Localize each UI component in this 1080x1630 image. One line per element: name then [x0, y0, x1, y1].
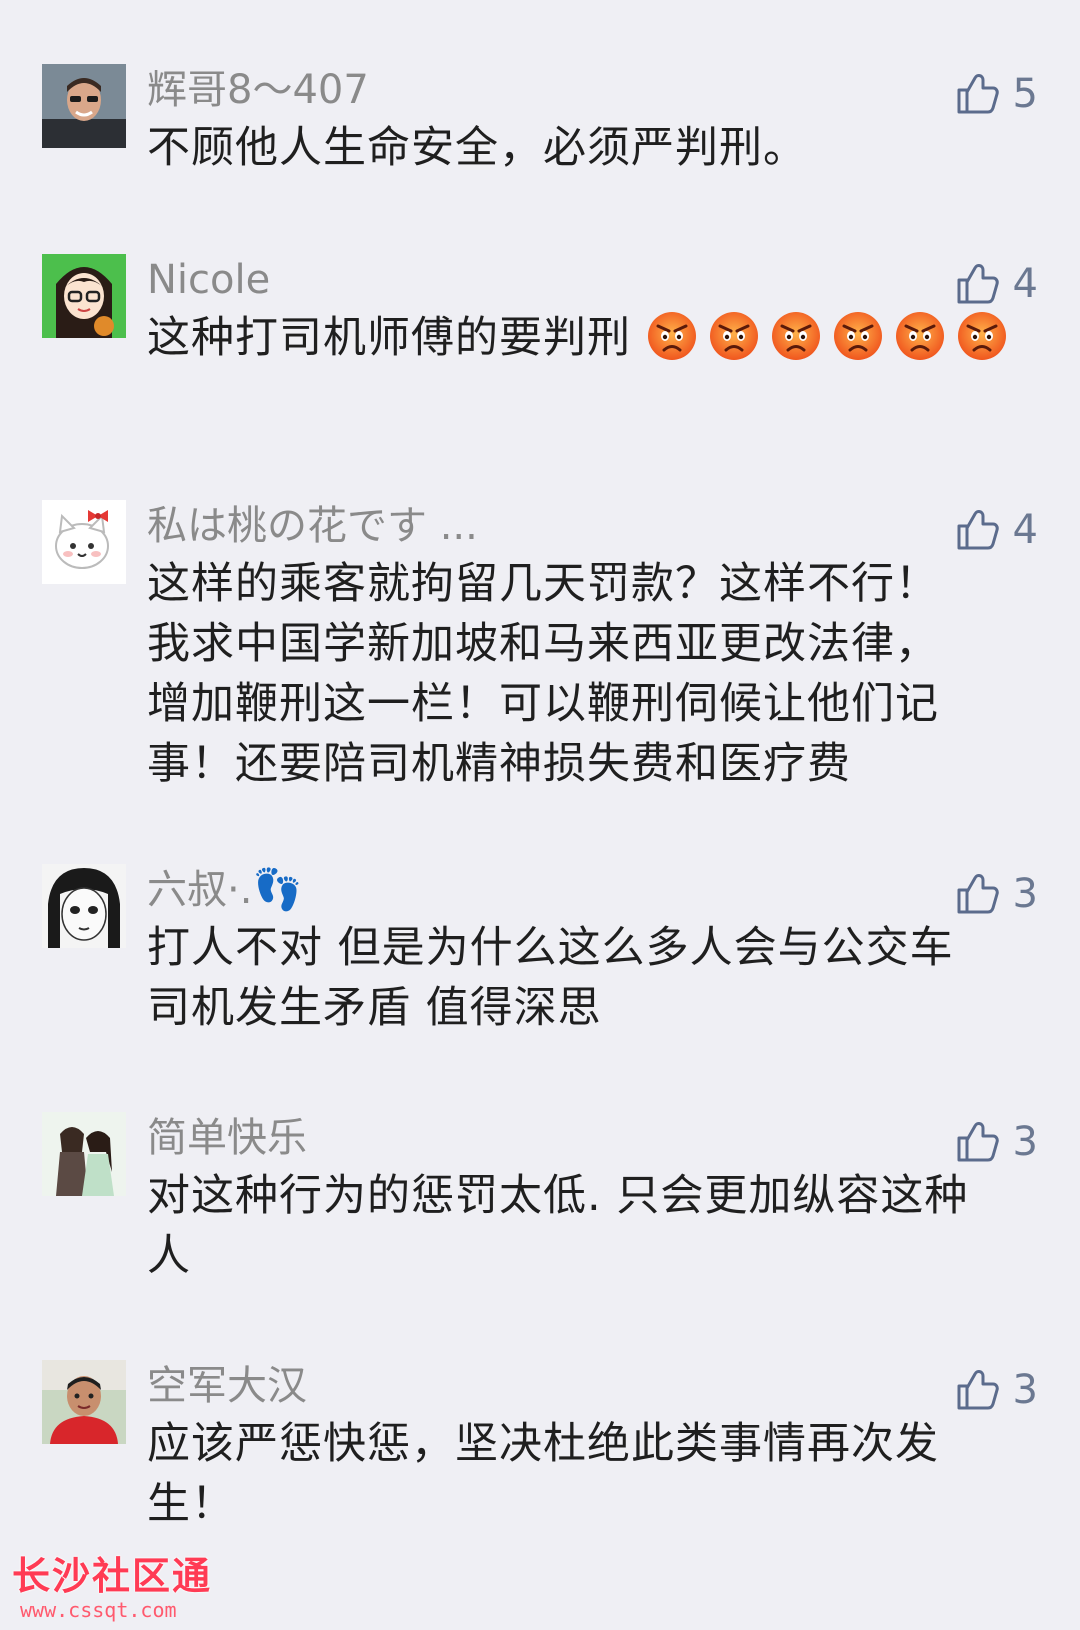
- angry-face-emoji: [832, 310, 884, 362]
- watermark: 长沙社区通 www.cssqt.com: [12, 1554, 212, 1622]
- comment-text-line: 增加鞭刑这一栏！可以鞭刑伺候让他们记: [147, 679, 939, 729]
- watermark-url: www.cssqt.com: [20, 1598, 177, 1622]
- like-button[interactable]: 4: [953, 260, 1038, 308]
- avatar[interactable]: [42, 500, 126, 584]
- like-count: 3: [1012, 871, 1038, 917]
- comment-text: 应该严惩快惩，坚决杜绝此类事情再次发 生！: [147, 1414, 1027, 1534]
- avatar[interactable]: [42, 254, 126, 338]
- comment-text: 这样的乘客就拘留几天罚款？这样不行！ 我求中国学新加坡和马来西亚更改法律， 增加…: [147, 554, 1027, 794]
- angry-face-emoji: [770, 310, 822, 362]
- avatar[interactable]: [42, 1360, 126, 1444]
- comment-text: 这种打司机师傅的要判刑: [147, 308, 1027, 368]
- thumbs-up-icon: [953, 70, 1001, 118]
- comment-text: 打人不对 但是为什么这么多人会与公交车 司机发生矛盾 值得深思: [147, 918, 1027, 1038]
- like-button[interactable]: 3: [953, 1118, 1038, 1166]
- comment-text: 对这种行为的惩罚太低. 只会更加纵容这种 人: [147, 1166, 1027, 1286]
- comment-text: 不顾他人生命安全，必须严判刑。: [147, 123, 807, 173]
- like-count: 3: [1012, 1367, 1038, 1413]
- nickname[interactable]: 简单快乐: [147, 1114, 307, 1162]
- like-button[interactable]: 3: [953, 1366, 1038, 1414]
- like-button[interactable]: 5: [953, 70, 1038, 118]
- comment-text-line: 对这种行为的惩罚太低. 只会更加纵容这种: [147, 1171, 969, 1221]
- like-button[interactable]: 3: [953, 870, 1038, 918]
- nickname[interactable]: 辉哥8～407: [147, 66, 369, 114]
- like-count: 4: [1012, 261, 1038, 307]
- comment-text-line: 这样的乘客就拘留几天罚款？这样不行！: [147, 559, 939, 609]
- emoji-row: [646, 310, 1018, 363]
- thumbs-up-icon: [953, 1366, 1001, 1414]
- like-button[interactable]: 4: [953, 506, 1038, 554]
- avatar[interactable]: [42, 64, 126, 148]
- angry-face-emoji: [646, 310, 698, 362]
- thumbs-up-icon: [953, 1118, 1001, 1166]
- angry-face-emoji: [956, 310, 1008, 362]
- nickname[interactable]: 私は桃の花です ...: [147, 502, 478, 550]
- footprints-icon: 👣: [252, 867, 303, 913]
- angry-face-emoji: [708, 310, 760, 362]
- comment-text-line: 生！: [147, 1479, 235, 1529]
- thumbs-up-icon: [953, 870, 1001, 918]
- like-count: 4: [1012, 507, 1038, 553]
- thumbs-up-icon: [953, 260, 1001, 308]
- comment-text-line: 打人不对 但是为什么这么多人会与公交车: [147, 923, 954, 973]
- comment-text-line: 事！还要陪司机精神损失费和医疗费: [147, 739, 851, 789]
- comments-screen: 辉哥8～407 5 不顾他人生命安全，必须严判刑。 Nicole 4 这种打司机…: [0, 0, 1080, 1630]
- nickname[interactable]: 空军大汉: [147, 1362, 307, 1410]
- like-count: 5: [1012, 71, 1038, 117]
- comment-text-content: 这种打司机师傅的要判刑: [147, 313, 631, 363]
- like-count: 3: [1012, 1119, 1038, 1165]
- comment-text-line: 人: [147, 1231, 191, 1281]
- nickname[interactable]: 六叔·.👣: [147, 866, 302, 914]
- thumbs-up-icon: [953, 506, 1001, 554]
- avatar[interactable]: [42, 864, 126, 948]
- nickname-text: 六叔·.: [147, 867, 253, 913]
- nickname[interactable]: Nicole: [147, 256, 270, 304]
- watermark-title: 长沙社区通: [12, 1554, 213, 1598]
- comment-text-line: 我求中国学新加坡和马来西亚更改法律，: [147, 619, 939, 669]
- avatar[interactable]: [42, 1112, 126, 1196]
- comment-text-line: 应该严惩快惩，坚决杜绝此类事情再次发: [147, 1419, 939, 1469]
- angry-face-emoji: [894, 310, 946, 362]
- comment-text-line: 司机发生矛盾 值得深思: [147, 983, 602, 1033]
